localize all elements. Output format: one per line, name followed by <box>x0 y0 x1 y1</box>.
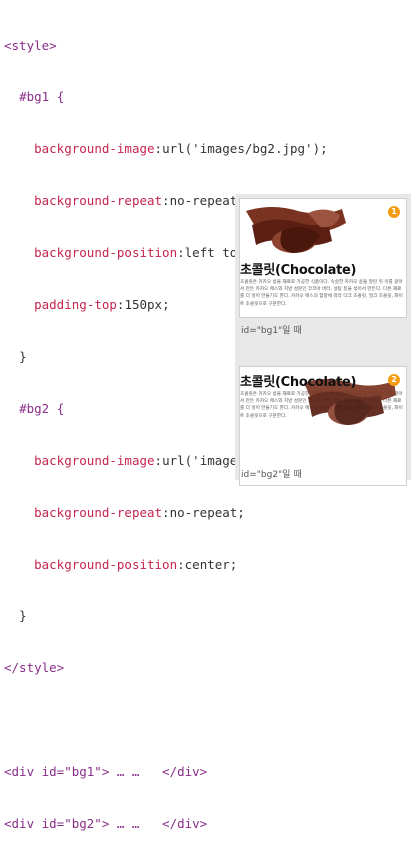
bg1-selector: #bg1 { <box>19 89 65 105</box>
bg2-prop-0: background-image <box>34 452 155 468</box>
caption-bg2: id="bg2"일 때 <box>241 470 302 480</box>
bg1-val-1: no-repeat; <box>169 193 245 209</box>
chocolate-image <box>246 207 346 253</box>
div-bg1: <div id="bg1"> … … </div> <box>4 764 208 780</box>
bg2-prop-1: background-repeat <box>34 504 163 520</box>
bg1-prop-2: background-position <box>34 245 178 261</box>
bg1-val-3: 150px; <box>124 297 170 313</box>
bg2-selector: #bg2 { <box>19 400 65 416</box>
bg1-close-brace: } <box>19 348 27 364</box>
div-bg2: <div id="bg2"> … … </div> <box>4 815 208 831</box>
bg1-prop-0: background-image <box>34 141 155 157</box>
badge-2: 2 <box>388 374 400 386</box>
style-open-tag: <style> <box>4 37 57 53</box>
bg1-prop-1: background-repeat <box>34 193 163 209</box>
preview-panel: 1 초콜릿(Chocolate) 초콜릿은 카카오 콩을 재료로 가공한 식품이… <box>235 194 411 486</box>
bg2-val-2: center; <box>184 556 238 572</box>
bg2-val-1: no-repeat; <box>169 504 245 520</box>
caption-bg1: id="bg1"일 때 <box>241 326 302 336</box>
bg1-prop-3: padding-top <box>34 297 117 313</box>
badge-1: 1 <box>388 206 400 218</box>
card2-title: 초콜릿(Chocolate) <box>240 375 357 390</box>
preview-card-bg1: 1 초콜릿(Chocolate) 초콜릿은 카카오 콩을 재료로 가공한 식품이… <box>239 198 407 318</box>
style-close-tag: </style> <box>4 660 65 676</box>
bg1-val-0: url('images/bg2.jpg'); <box>162 141 328 157</box>
card1-title: 초콜릿(Chocolate) <box>240 263 357 278</box>
bg2-close-brace: } <box>19 608 27 624</box>
bg2-prop-2: background-position <box>34 556 178 572</box>
card1-text: 초콜릿은 카카오 콩을 재료로 가공한 식품이다. 속살한 카카오 콩을 말린 … <box>240 280 403 307</box>
